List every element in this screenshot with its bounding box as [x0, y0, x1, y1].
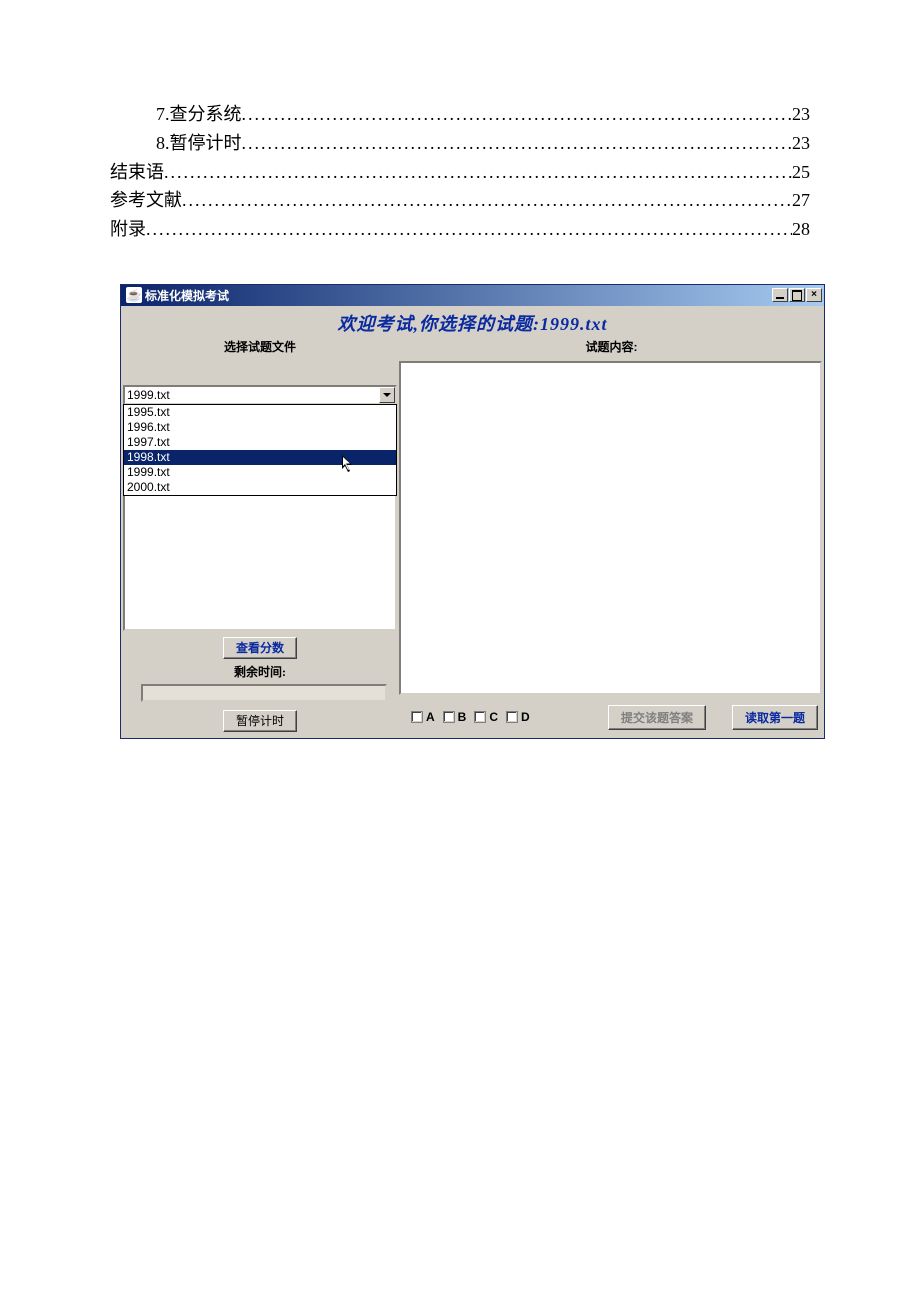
dropdown-item[interactable]: 1998.txt: [124, 450, 396, 465]
toc-leader-dots: [242, 129, 793, 158]
dropdown-item[interactable]: 1997.txt: [124, 435, 396, 450]
checkbox-icon: [443, 711, 455, 723]
titlebar[interactable]: ☕ 标准化模拟考试 ×: [121, 285, 824, 306]
checkbox-icon: [474, 711, 486, 723]
remaining-time-field: [141, 684, 387, 702]
pause-timer-button[interactable]: 暂停计时: [223, 710, 297, 732]
welcome-text: 欢迎考试,你选择的试题:1999.txt: [121, 310, 824, 336]
answer-row: A B C D 提交该题答案 读取第一题: [399, 695, 822, 738]
file-combobox[interactable]: 1999.txt: [123, 385, 397, 405]
combobox-dropdown-button[interactable]: [379, 387, 395, 403]
checkbox-icon: [506, 711, 518, 723]
toc-page-number: 25: [792, 158, 810, 187]
dropdown-item[interactable]: 1999.txt: [124, 465, 396, 480]
choice-b[interactable]: B: [443, 710, 467, 724]
combobox-value: 1999.txt: [127, 388, 170, 402]
toc-label: 附录: [110, 215, 146, 244]
submit-answer-button[interactable]: 提交该题答案: [608, 705, 706, 730]
dropdown-item[interactable]: 1996.txt: [124, 420, 396, 435]
dropdown-item[interactable]: 1995.txt: [124, 405, 396, 420]
minimize-button[interactable]: [772, 288, 788, 302]
toc-entry: 附录 28: [110, 215, 810, 244]
question-content-area: [399, 361, 822, 695]
toc-page-number: 28: [792, 215, 810, 244]
exam-window: ☕ 标准化模拟考试 × 欢迎考试,你选择的试题:1999.txt 选择试题文件 …: [120, 284, 825, 739]
remaining-time-label: 剩余时间:: [123, 659, 397, 682]
toc-page-number: 23: [792, 129, 810, 158]
file-dropdown-list[interactable]: 1995.txt1996.txt1997.txt1998.txt1999.txt…: [123, 404, 397, 496]
close-button[interactable]: ×: [806, 288, 822, 302]
dropdown-item[interactable]: 2000.txt: [124, 480, 396, 495]
toc-leader-dots: [164, 158, 792, 187]
table-of-contents: 7.查分系统 23 8.暂停计时 23 结束语 25 参考文献 27 附录 28: [0, 0, 920, 274]
right-column-label: 试题内容:: [399, 336, 824, 361]
checkbox-icon: [411, 711, 423, 723]
read-first-question-button[interactable]: 读取第一题: [732, 705, 818, 730]
toc-label: 参考文献: [110, 186, 182, 215]
toc-entry: 结束语 25: [110, 158, 810, 187]
toc-label: 结束语: [110, 158, 164, 187]
toc-leader-dots: [182, 186, 792, 215]
toc-page-number: 23: [792, 100, 810, 129]
toc-leader-dots: [146, 215, 792, 244]
java-icon: ☕: [126, 287, 142, 303]
choice-d[interactable]: D: [506, 710, 530, 724]
window-title: 标准化模拟考试: [145, 287, 772, 304]
choice-c[interactable]: C: [474, 710, 498, 724]
toc-entry: 8.暂停计时 23: [110, 129, 810, 158]
view-score-button[interactable]: 查看分数: [223, 637, 297, 659]
toc-entry: 7.查分系统 23: [110, 100, 810, 129]
toc-page-number: 27: [792, 186, 810, 215]
toc-label: 8.暂停计时: [156, 129, 242, 158]
file-list-area: [123, 495, 397, 631]
toc-leader-dots: [242, 100, 793, 129]
left-column-label: 选择试题文件: [121, 336, 399, 361]
toc-entry: 参考文献 27: [110, 186, 810, 215]
maximize-button[interactable]: [789, 288, 805, 302]
toc-label: 7.查分系统: [156, 100, 242, 129]
choice-a[interactable]: A: [411, 710, 435, 724]
